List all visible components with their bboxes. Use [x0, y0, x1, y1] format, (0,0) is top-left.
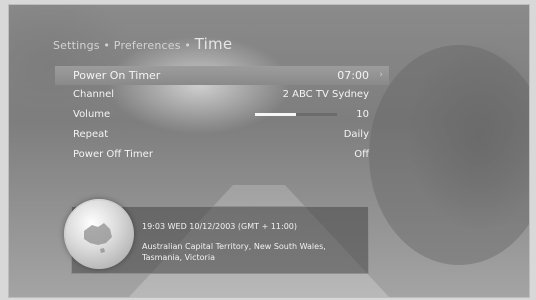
menu-item-repeat[interactable]: Repeat Daily: [55, 125, 389, 145]
menu-item-value: Daily: [343, 129, 369, 140]
menu-item-label: Channel: [73, 89, 115, 100]
menu-item-label: Volume: [73, 109, 111, 120]
breadcrumb: Settings • Preferences • Time: [53, 35, 232, 53]
time-zone-region: Australian Capital Territory, New South …: [142, 242, 326, 262]
menu-item-channel[interactable]: Channel 2 ABC TV Sydney: [55, 85, 389, 105]
menu-item-value: 07:00: [337, 69, 369, 82]
menu-item-value: Off: [354, 149, 369, 160]
menu-item-label: Power On Timer: [73, 69, 161, 82]
time-zone-info-panel: 19:03 WED 10/12/2003 (GMT + 11:00) Austr…: [64, 199, 369, 274]
breadcrumb-current: Time: [194, 35, 233, 53]
globe-icon: [64, 199, 134, 269]
background-foliage: [369, 45, 529, 265]
current-datetime: 19:03 WED 10/12/2003 (GMT + 11:00): [142, 222, 297, 231]
tv-screen: Settings • Preferences • Time Power On T…: [8, 4, 530, 298]
menu-item-power-off-timer[interactable]: Power Off Timer Off: [55, 145, 389, 165]
breadcrumb-path: Settings • Preferences •: [53, 39, 195, 52]
timer-menu: Power On Timer 07:00 › Channel 2 ABC TV …: [55, 66, 389, 165]
chevron-right-icon: ›: [379, 70, 383, 80]
menu-item-value: 2 ABC TV Sydney: [282, 89, 369, 100]
menu-item-volume[interactable]: Volume 10: [55, 105, 389, 125]
menu-item-value: 10: [356, 109, 369, 120]
menu-item-power-on-timer[interactable]: Power On Timer 07:00 ›: [55, 66, 389, 85]
volume-slider-fill: [255, 113, 296, 116]
menu-item-label: Power Off Timer: [73, 149, 153, 160]
menu-item-label: Repeat: [73, 129, 109, 140]
volume-slider[interactable]: [255, 113, 337, 116]
